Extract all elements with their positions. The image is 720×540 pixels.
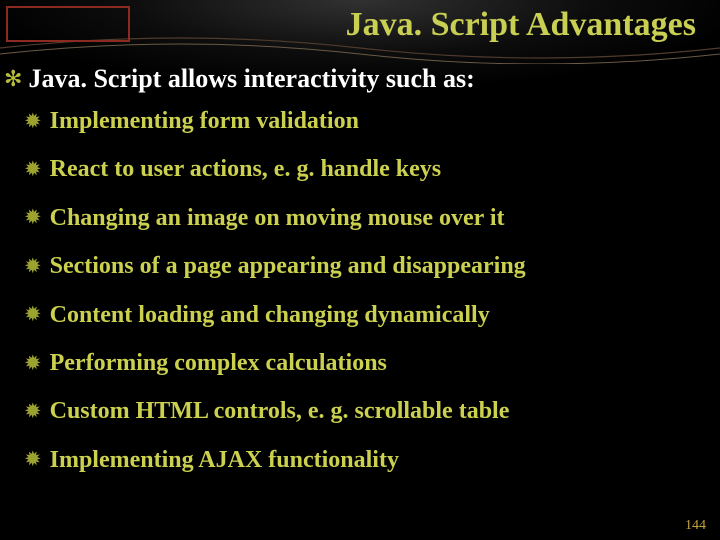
slide: Java. Script Advantages ✻ Java. Script a… [0,0,720,540]
list-item: ✹ Custom HTML controls, e. g. scrollable… [24,398,712,424]
list-item: ✹ Implementing form validation [24,108,712,134]
burst-icon: ✹ [24,401,42,422]
list-item-text: Performing complex calculations [50,350,387,376]
burst-icon: ✹ [24,207,42,228]
lead-row: ✻ Java. Script allows interactivity such… [4,64,712,94]
list-item-text: Implementing form validation [50,108,359,134]
burst-icon: ✹ [24,111,42,132]
burst-icon: ✹ [24,353,42,374]
list-item-text: Sections of a page appearing and disappe… [50,253,526,279]
slide-content: ✻ Java. Script allows interactivity such… [4,64,712,495]
list-item: ✹ Sections of a page appearing and disap… [24,253,712,279]
list-item: ✹ Content loading and changing dynamical… [24,302,712,328]
list-item: ✹ Implementing AJAX functionality [24,447,712,473]
burst-icon: ✹ [24,449,42,470]
burst-icon: ✹ [24,256,42,277]
list-item: ✹ Changing an image on moving mouse over… [24,205,712,231]
page-number: 144 [685,518,706,534]
bullet-list: ✹ Implementing form validation ✹ React t… [4,108,712,473]
list-item: ✹ Performing complex calculations [24,350,712,376]
slide-title: Java. Script Advantages [0,0,720,43]
burst-icon: ✹ [24,304,42,325]
list-item: ✹ React to user actions, e. g. handle ke… [24,156,712,182]
list-item-text: Changing an image on moving mouse over i… [50,205,505,231]
list-item-text: Custom HTML controls, e. g. scrollable t… [50,398,510,424]
asterisk-icon: ✻ [4,68,22,90]
list-item-text: React to user actions, e. g. handle keys [50,156,442,182]
lead-text: Java. Script allows interactivity such a… [28,64,474,94]
list-item-text: Content loading and changing dynamically [50,302,490,328]
burst-icon: ✹ [24,159,42,180]
list-item-text: Implementing AJAX functionality [50,447,399,473]
